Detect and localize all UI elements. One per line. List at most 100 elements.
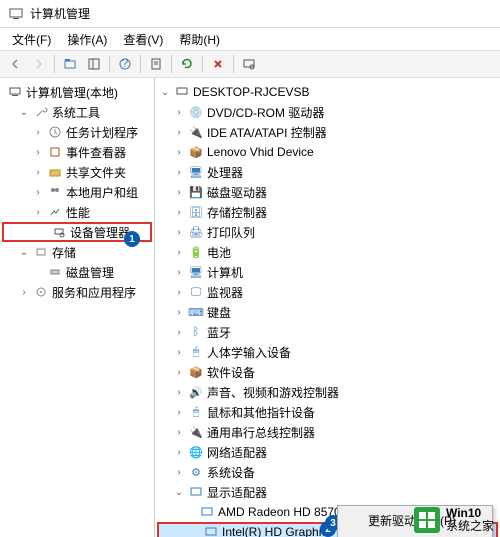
category-display-adapters[interactable]: ⌄ 显示适配器: [155, 482, 500, 502]
tree-services[interactable]: › 服务和应用程序: [0, 282, 154, 302]
device-category[interactable]: ›🖨打印队列: [155, 222, 500, 242]
scan-button[interactable]: [238, 53, 260, 75]
device-category[interactable]: ›🖵监视器: [155, 282, 500, 302]
properties-button[interactable]: [145, 53, 167, 75]
toolbar-separator: [233, 55, 234, 73]
toolbar-separator: [171, 55, 172, 73]
category-icon: 🖵: [188, 284, 204, 300]
main-area: 计算机管理(本地) ⌄ 系统工具 › 任务计划程序 › 事件查看器 › 共享文件…: [0, 78, 500, 537]
menu-help[interactable]: 帮助(H): [171, 29, 228, 50]
display-icon: [188, 484, 204, 500]
collapse-icon[interactable]: ⌄: [173, 486, 185, 498]
tree-system-tools[interactable]: ⌄ 系统工具: [0, 102, 154, 122]
device-category[interactable]: ›⌨键盘: [155, 302, 500, 322]
watermark-line1: Win10: [446, 507, 494, 520]
device-category[interactable]: ›🖥处理器: [155, 162, 500, 182]
collapse-icon[interactable]: ⌄: [18, 106, 30, 118]
refresh-button[interactable]: [176, 53, 198, 75]
expand-icon[interactable]: ›: [32, 206, 44, 218]
device-category[interactable]: ›💾磁盘驱动器: [155, 182, 500, 202]
menu-view[interactable]: 查看(V): [115, 29, 171, 50]
annotation-badge-1: 1: [124, 231, 140, 247]
expand-icon[interactable]: ›: [173, 446, 185, 458]
tree-label: 存储控制器: [207, 204, 267, 221]
up-button[interactable]: [59, 53, 81, 75]
expand-icon[interactable]: ›: [173, 306, 185, 318]
expand-icon[interactable]: ›: [32, 126, 44, 138]
storage-icon: [33, 244, 49, 260]
category-icon: 💿: [188, 104, 204, 120]
services-icon: [33, 284, 49, 300]
help-button[interactable]: ?: [114, 53, 136, 75]
tree-item-task-scheduler[interactable]: › 任务计划程序: [0, 122, 154, 142]
device-category[interactable]: ›🔌通用串行总线控制器: [155, 422, 500, 442]
clock-icon: [47, 124, 63, 140]
expand-icon[interactable]: ›: [173, 466, 185, 478]
expand-icon[interactable]: ›: [173, 386, 185, 398]
collapse-icon[interactable]: ⌄: [159, 86, 171, 98]
category-icon: 🌐: [188, 444, 204, 460]
expand-icon[interactable]: ›: [32, 166, 44, 178]
expand-icon[interactable]: ›: [173, 286, 185, 298]
expand-icon[interactable]: ›: [173, 146, 185, 158]
device-category[interactable]: ›🖱人体学输入设备: [155, 342, 500, 362]
device-category[interactable]: ›🖱鼠标和其他指针设备: [155, 402, 500, 422]
device-category[interactable]: ›🗄存储控制器: [155, 202, 500, 222]
delete-button[interactable]: [207, 53, 229, 75]
expand-icon[interactable]: ›: [18, 286, 30, 298]
collapse-icon[interactable]: ⌄: [18, 246, 30, 258]
expand-icon[interactable]: ›: [173, 326, 185, 338]
expand-icon[interactable]: ›: [173, 226, 185, 238]
category-icon: 🔊: [188, 384, 204, 400]
device-category[interactable]: ›📦Lenovo Vhid Device: [155, 142, 500, 162]
device-category[interactable]: ›🔋电池: [155, 242, 500, 262]
tree-item-disk-mgmt[interactable]: 磁盘管理: [0, 262, 154, 282]
watermark-text: Win10 系统之家: [446, 507, 494, 533]
device-category[interactable]: ›⚙系统设备: [155, 462, 500, 482]
device-category[interactable]: ›🌐网络适配器: [155, 442, 500, 462]
expand-icon[interactable]: ›: [173, 346, 185, 358]
users-icon: [47, 184, 63, 200]
show-hide-button[interactable]: [83, 53, 105, 75]
tree-label: 显示适配器: [207, 484, 267, 501]
device-category[interactable]: ›🔌IDE ATA/ATAPI 控制器: [155, 122, 500, 142]
category-icon: 🖥: [188, 264, 204, 280]
expand-icon[interactable]: ›: [173, 426, 185, 438]
back-button[interactable]: [4, 53, 26, 75]
tree-item-shared-folders[interactable]: › 共享文件夹: [0, 162, 154, 182]
tree-label: DESKTOP-RJCEVSB: [193, 85, 309, 99]
expand-icon[interactable]: ›: [32, 186, 44, 198]
expand-icon[interactable]: ›: [173, 126, 185, 138]
event-icon: [47, 144, 63, 160]
toolbar-separator: [140, 55, 141, 73]
device-category[interactable]: ›ᛒ蓝牙: [155, 322, 500, 342]
tree-item-local-users[interactable]: › 本地用户和组: [0, 182, 154, 202]
expand-icon[interactable]: ›: [173, 366, 185, 378]
tree-label: 鼠标和其他指针设备: [207, 404, 315, 421]
menu-action[interactable]: 操作(A): [59, 29, 115, 50]
svg-text:?: ?: [122, 57, 129, 70]
tree-label: 磁盘驱动器: [207, 184, 267, 201]
expand-icon[interactable]: ›: [173, 406, 185, 418]
forward-button[interactable]: [28, 53, 50, 75]
device-category[interactable]: ›📦软件设备: [155, 362, 500, 382]
tree-label: 计算机管理(本地): [26, 84, 118, 101]
device-category[interactable]: ›💿DVD/CD-ROM 驱动器: [155, 102, 500, 122]
device-category[interactable]: ›🔊声音、视频和游戏控制器: [155, 382, 500, 402]
tree-item-event-viewer[interactable]: › 事件查看器: [0, 142, 154, 162]
tree-item-performance[interactable]: › 性能: [0, 202, 154, 222]
device-category[interactable]: ›🖥计算机: [155, 262, 500, 282]
menu-disable-device[interactable]: 禁用设备(D): [340, 533, 490, 537]
device-root[interactable]: ⌄ DESKTOP-RJCEVSB: [155, 82, 500, 102]
computer-icon: [174, 84, 190, 100]
expand-icon[interactable]: ›: [173, 106, 185, 118]
expand-icon[interactable]: ›: [173, 206, 185, 218]
expand-icon[interactable]: ›: [173, 246, 185, 258]
expand-icon[interactable]: ›: [173, 186, 185, 198]
tree-root[interactable]: 计算机管理(本地): [0, 82, 154, 102]
menu-file[interactable]: 文件(F): [4, 29, 59, 50]
expand-icon[interactable]: ›: [173, 166, 185, 178]
menu-bar: 文件(F) 操作(A) 查看(V) 帮助(H): [0, 28, 500, 50]
expand-icon[interactable]: ›: [173, 266, 185, 278]
expand-icon[interactable]: ›: [32, 146, 44, 158]
